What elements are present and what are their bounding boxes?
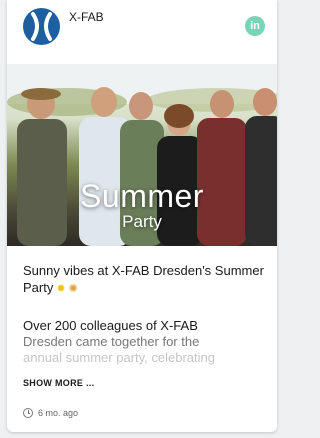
post-body-line: Over 200 colleagues of X-FAB: [23, 318, 198, 333]
post-image[interactable]: Summer Party: [7, 64, 277, 246]
clock-icon: [23, 408, 33, 418]
post-body: Over 200 colleagues of X-FAB Dresden cam…: [23, 318, 269, 368]
post-timestamp: 6 mo. ago: [23, 408, 78, 418]
author-name[interactable]: X-FAB: [69, 10, 104, 24]
show-more-button[interactable]: SHOW MORE ...: [23, 378, 94, 388]
sun-emoji-icon: ✹: [56, 283, 66, 295]
time-ago-text: 6 mo. ago: [38, 408, 79, 418]
company-logo-avatar[interactable]: [23, 8, 60, 45]
post-body-line: annual summer party, celebrating: [23, 350, 215, 365]
post-header: X-FAB in: [7, 0, 277, 64]
image-overlay-subtitle: Party: [122, 212, 162, 231]
social-post-card[interactable]: X-FAB in Summer Party Sunny vibes at X-F…: [7, 0, 277, 432]
party-popper-emoji-icon: ✺: [68, 283, 78, 295]
image-overlay-title: Summer: [80, 178, 204, 214]
linkedin-icon[interactable]: in: [245, 16, 265, 36]
post-body-line: Dresden came together for the: [23, 334, 200, 349]
post-headline[interactable]: Sunny vibes at X-FAB Dresden's Summer Pa…: [23, 262, 267, 298]
